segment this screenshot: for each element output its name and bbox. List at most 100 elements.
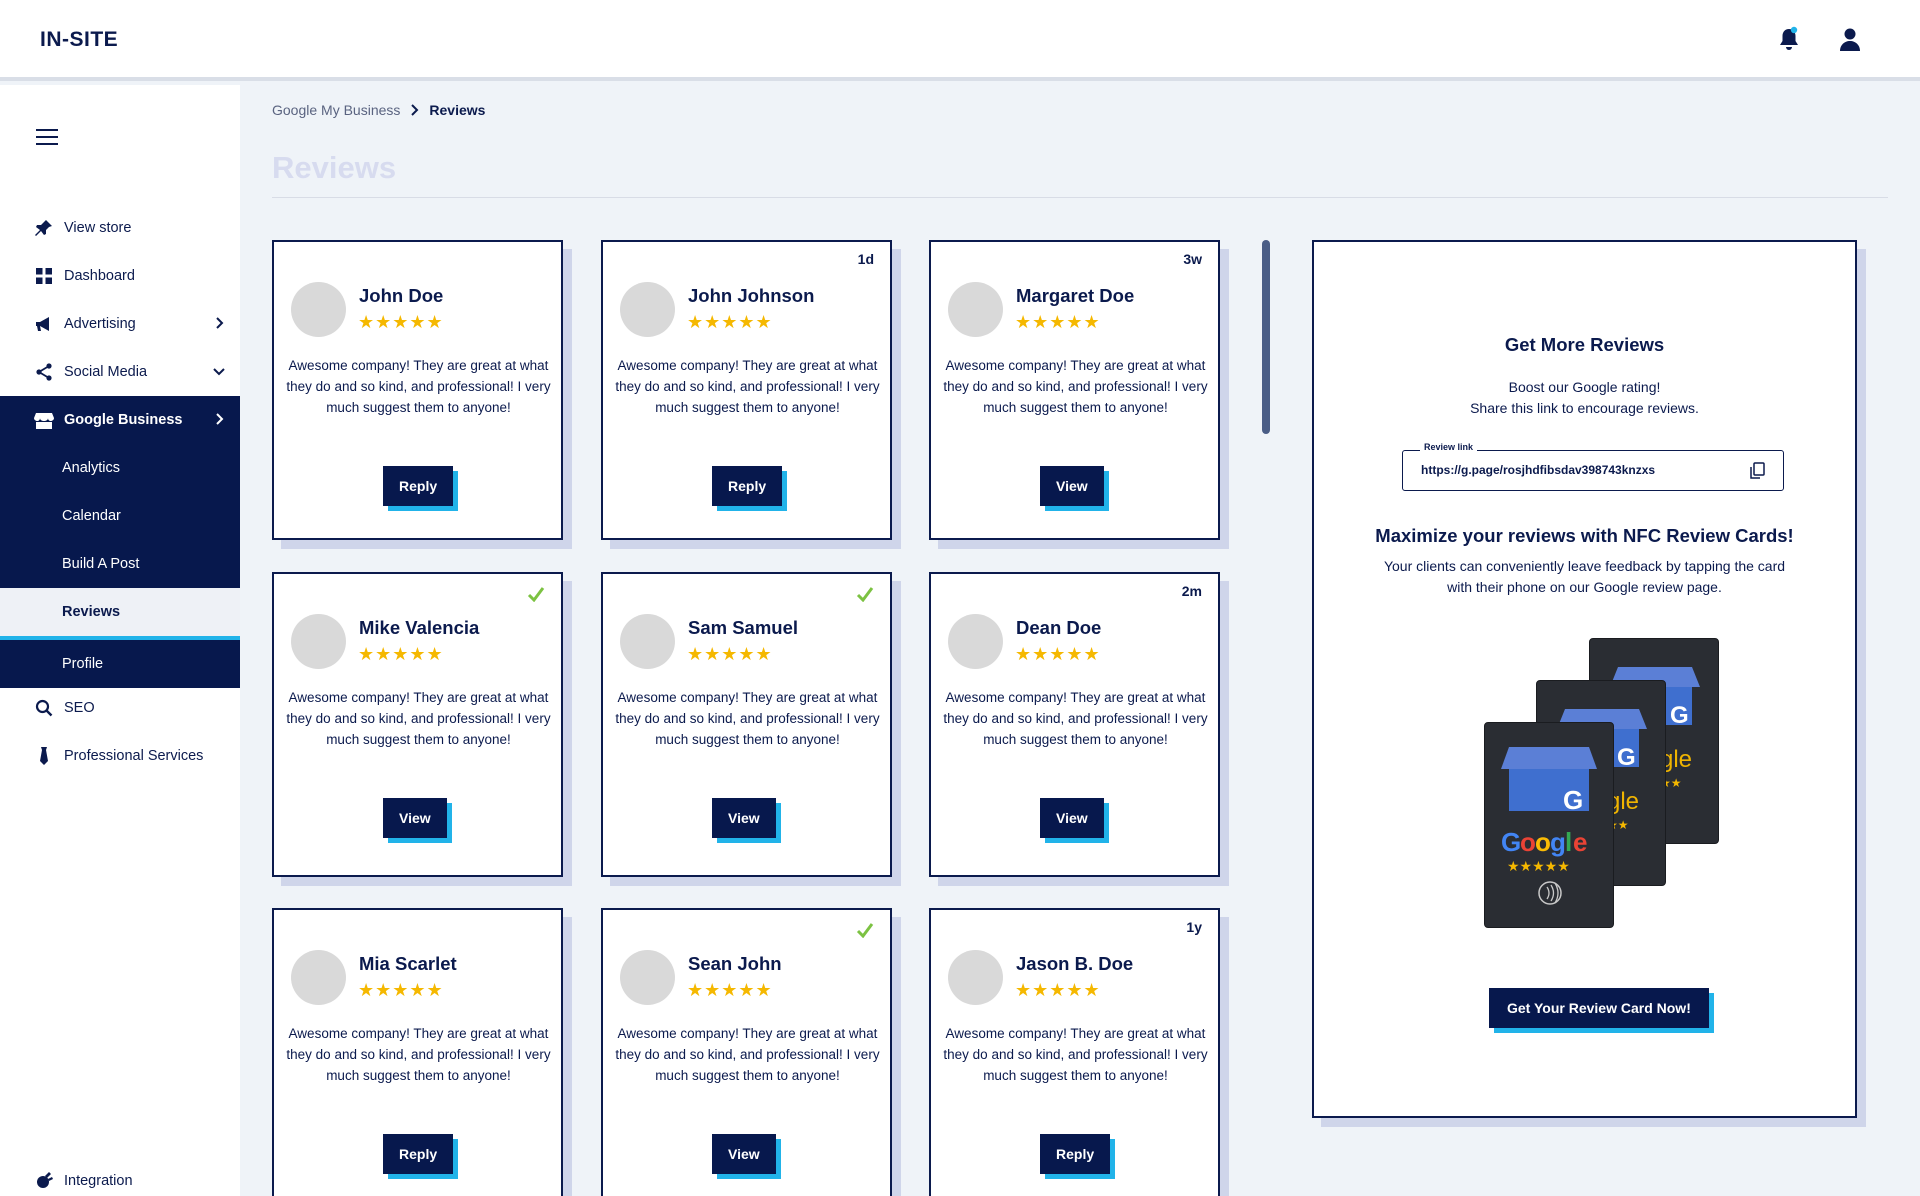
sidebar-item-build-a-post[interactable]: Build A Post [0,540,240,588]
svg-text:G: G [1563,785,1583,815]
star-rating: ★★★★★ [1015,980,1101,1000]
nfc-cards-illustration: G gle ★★ G gle ★★ G G o o g l e ★★★★★ [1484,638,1734,938]
chevron-right-icon [216,413,224,425]
svg-text:l: l [1565,827,1572,857]
review-card: Mia Scarlet ★★★★★ Awesome company! They ar… [272,908,563,1196]
avatar [948,950,1003,1005]
review-age: 1y [1186,919,1202,935]
bell-icon[interactable] [1777,26,1805,54]
reviewer-name: John Doe [359,285,444,306]
breadcrumb-parent[interactable]: Google My Business [272,102,400,118]
reply-button[interactable]: Reply [1040,1134,1111,1174]
avatar [620,282,675,337]
review-card: John Doe ★★★★★ Awesome company! They are g… [272,240,563,540]
grid-icon [34,266,54,286]
breadcrumb: Google My Business Reviews [272,102,485,118]
sidebar-item-professional-services[interactable]: Professional Services [0,732,240,780]
sidebar-item-label: Social Media [64,364,148,380]
review-link-value[interactable]: https://g.page/rosjhdfibsdav398743knzxs [1421,463,1655,477]
sidebar-item-social-media[interactable]: Social Media [0,348,240,396]
panel-title: Get More Reviews [1504,334,1665,355]
star-rating: ★★★★★ [1015,644,1101,664]
review-text: Awesome company! They are great at what … [615,358,880,415]
view-button[interactable]: View [712,798,776,838]
sidebar-item-seo[interactable]: SEO [0,684,240,732]
copy-icon[interactable] [1749,462,1765,480]
get-reviews-panel: Get More Reviews Boost our Google rating… [1312,240,1857,1118]
nfc-title: Maximize your reviews with NFC Review Ca… [1375,525,1794,546]
sidebar-item-label: Analytics [62,460,121,476]
svg-text:G: G [1617,744,1636,771]
sidebar-item-profile[interactable]: Profile [0,640,240,688]
sidebar-item-integration[interactable]: Integration [0,1157,240,1196]
review-link-field[interactable]: Review link https://g.page/rosjhdfibsdav… [1402,442,1784,491]
menu-toggle-icon[interactable] [36,129,58,151]
avatar [291,614,346,669]
reviewer-name: Sean John [688,953,782,974]
sidebar-item-google-business[interactable]: Google Business [0,396,240,444]
review-link-label: Review link [1420,442,1478,452]
review-text: Awesome company! They are great at what … [286,690,551,747]
review-text: Awesome company! They are great at what … [286,358,551,415]
review-card: Margaret Doe ★★★★★ Awesome company! They a… [929,240,1220,540]
sidebar-item-label: Profile [62,656,104,672]
reviewer-name: Dean Doe [1016,617,1102,638]
sidebar-item-label: Dashboard [64,268,135,284]
nfc-text-line2: with their phone on our Google review pa… [1447,579,1722,595]
reviewer-name: Mike Valencia [359,617,480,638]
review-text: Awesome company! They are great at what … [943,1026,1208,1083]
user-icon[interactable] [1838,26,1866,54]
chevron-down-icon [213,368,225,376]
avatar [291,282,346,337]
view-button[interactable]: View [1040,798,1104,838]
tie-icon [34,746,54,766]
avatar [620,950,675,1005]
star-rating: ★★★★★ [358,312,444,332]
star-rating: ★★★★★ [358,980,444,1000]
top-bar: IN-SITE [0,0,1920,81]
page-title: Reviews [272,150,397,185]
view-button[interactable]: View [1040,466,1104,506]
sidebar-item-calendar[interactable]: Calendar [0,492,240,540]
svg-text:g: g [1550,827,1566,857]
sidebar-item-label: SEO [64,700,95,716]
reviewer-name: John Johnson [688,285,815,306]
sidebar-item-analytics[interactable]: Analytics [0,444,240,492]
sidebar-item-reviews[interactable]: Reviews [0,588,240,640]
app-logo[interactable]: IN-SITE [40,28,118,52]
review-card: Sean John ★★★★★ Awesome company! They are … [601,908,892,1196]
review-text: Awesome company! They are great at what … [943,358,1208,415]
reply-button[interactable]: Reply [383,1134,454,1174]
reviewer-name: Jason B. Doe [1016,953,1134,974]
sidebar-item-label: Google Business [64,412,183,428]
breadcrumb-current: Reviews [429,102,486,118]
get-review-card-button[interactable]: Get Your Review Card Now! [1489,988,1709,1028]
svg-text:G: G [1501,827,1521,857]
avatar [291,950,346,1005]
star-rating: ★★★★★ [687,644,773,664]
view-button[interactable]: View [383,798,447,838]
plug-icon [34,1171,54,1191]
check-icon [856,587,874,602]
sidebar-item-label: View store [64,220,132,236]
panel-subtitle-line1: Boost our Google rating! [1508,379,1661,395]
reply-button[interactable]: Reply [712,466,783,506]
reviewer-name: Mia Scarlet [359,953,457,974]
reviewer-name: Margaret Doe [1016,285,1135,306]
sidebar-item-dashboard[interactable]: Dashboard [0,252,240,300]
sidebar-item-view-store[interactable]: View store [0,204,240,252]
check-icon [527,587,545,602]
sidebar-item-label: Reviews [62,604,121,620]
star-rating: ★★★★★ [358,644,444,664]
panel-subtitle-line2: Share this link to encourage reviews. [1470,400,1699,416]
scrollbar-thumb[interactable] [1262,240,1270,434]
reply-button[interactable]: Reply [383,466,454,506]
nfc-card-front: G G o o g l e ★★★★★ [1484,722,1614,928]
star-rating: ★★★★★ [687,312,773,332]
star-rating: ★★★★★ [687,980,773,1000]
sidebar-item-advertising[interactable]: Advertising [0,300,240,348]
svg-text:★★★★★: ★★★★★ [1507,858,1570,874]
review-text: Awesome company! They are great at what … [286,1026,551,1083]
view-button[interactable]: View [712,1134,776,1174]
review-age: 3w [1183,251,1202,267]
